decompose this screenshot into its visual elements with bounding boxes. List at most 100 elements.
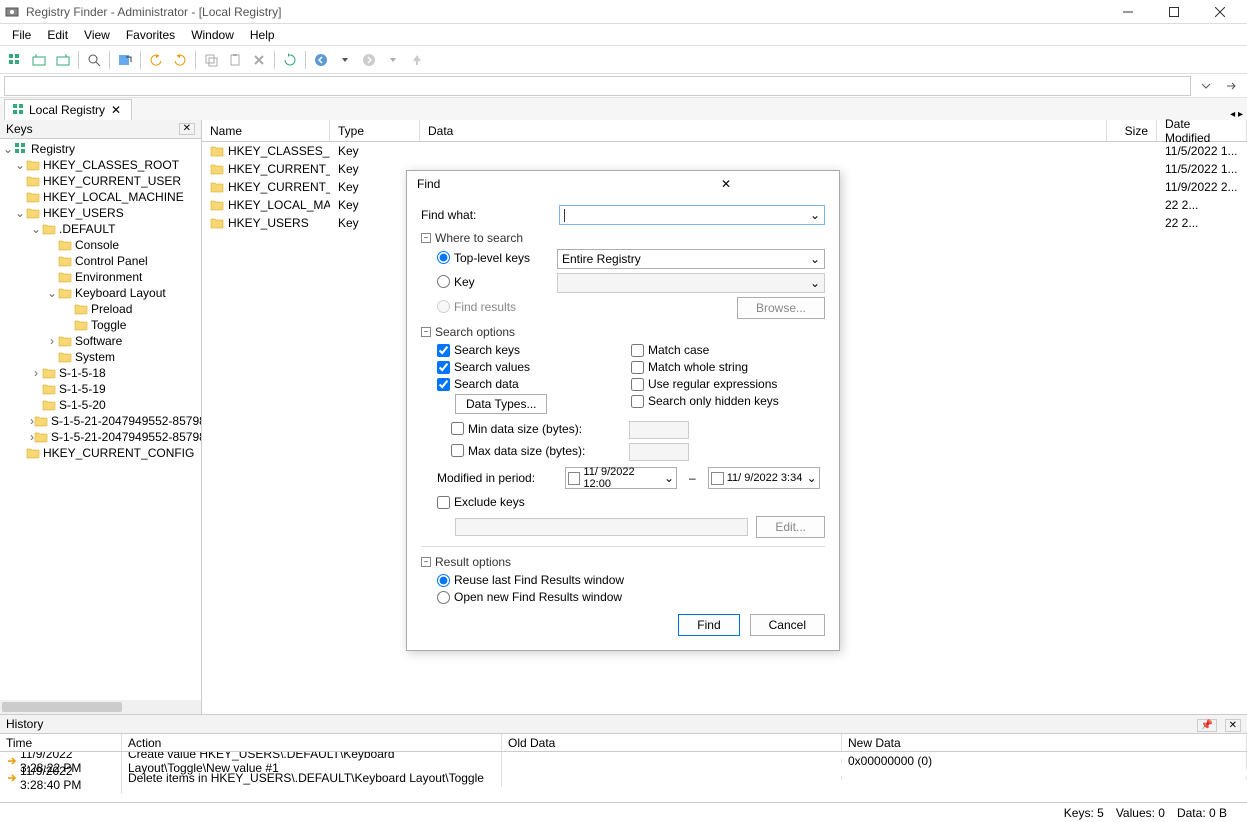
toolbar-delete-icon[interactable] xyxy=(248,49,270,71)
tree-row[interactable]: ⌄ .DEFAULT xyxy=(0,221,201,237)
tree-row[interactable]: › Software xyxy=(0,333,201,349)
browse-button[interactable]: Browse... xyxy=(737,297,825,319)
find-what-input[interactable]: ⌄ xyxy=(559,205,825,225)
menu-favorites[interactable]: Favorites xyxy=(118,26,183,44)
tree-scrollbar-thumb[interactable] xyxy=(2,702,122,712)
menu-view[interactable]: View xyxy=(76,26,118,44)
toolbar-copy-icon[interactable] xyxy=(200,49,222,71)
searchopts-toggle-icon[interactable]: − xyxy=(421,327,431,337)
toolbar-open-icon[interactable] xyxy=(28,49,50,71)
where-toggle-icon[interactable]: − xyxy=(421,233,431,243)
tree-row[interactable]: › S-1-5-18 xyxy=(0,365,201,381)
opennew-radio[interactable] xyxy=(437,591,450,604)
key-combo[interactable]: ⌄ xyxy=(557,273,825,293)
history-row[interactable]: 11/9/2022 3:28:22 PM Create value HKEY_U… xyxy=(0,752,1247,769)
toolbar-up-icon[interactable] xyxy=(406,49,428,71)
edit-button[interactable]: Edit... xyxy=(756,516,825,538)
toolbar-refresh-icon[interactable] xyxy=(279,49,301,71)
tree-root[interactable]: ⌄ Registry xyxy=(0,141,201,157)
menu-edit[interactable]: Edit xyxy=(39,26,76,44)
hcol-new[interactable]: New Data xyxy=(842,734,1247,751)
tree[interactable]: ⌄ Registry ⌄ HKEY_CLASSES_ROOT HKEY_CURR… xyxy=(0,139,201,700)
regex-cb[interactable] xyxy=(631,378,644,391)
find-button[interactable]: Find xyxy=(678,614,739,636)
toolbar-save-icon[interactable] xyxy=(52,49,74,71)
col-name[interactable]: Name xyxy=(202,120,330,141)
address-input[interactable] xyxy=(4,76,1191,96)
col-type[interactable]: Type xyxy=(330,120,420,141)
minimize-button[interactable] xyxy=(1105,1,1151,23)
maximize-button[interactable] xyxy=(1151,1,1197,23)
col-data[interactable]: Data xyxy=(420,120,1107,141)
tree-row[interactable]: Toggle xyxy=(0,317,201,333)
toolbar-redo-icon[interactable] xyxy=(169,49,191,71)
tree-toggle-icon[interactable]: ⌄ xyxy=(14,158,26,172)
history-close-icon[interactable]: ✕ xyxy=(1225,719,1241,732)
exclude-cb[interactable] xyxy=(437,496,450,509)
resultopts-toggle-icon[interactable]: − xyxy=(421,557,431,567)
tree-row[interactable]: › S-1-5-21-2047949552-857980807 xyxy=(0,413,201,429)
toolbar-export-icon[interactable] xyxy=(114,49,136,71)
hcol-time[interactable]: Time xyxy=(0,734,122,751)
menu-help[interactable]: Help xyxy=(242,26,283,44)
toolbar-forward-drop-icon[interactable] xyxy=(382,49,404,71)
col-size[interactable]: Size xyxy=(1107,120,1157,141)
tree-row[interactable]: ⌄ HKEY_USERS xyxy=(0,205,201,221)
tree-toggle-icon[interactable]: › xyxy=(46,334,58,348)
reuse-radio[interactable] xyxy=(437,574,450,587)
hidden-cb[interactable] xyxy=(631,395,644,408)
toolbar-paste-icon[interactable] xyxy=(224,49,246,71)
tab-close-icon[interactable]: ✕ xyxy=(109,103,123,117)
tree-toggle-icon[interactable]: › xyxy=(30,366,42,380)
list-row[interactable]: HKEY_CLASSES_ROOT Key 11/5/2022 1... xyxy=(202,142,1247,160)
address-drop-icon[interactable] xyxy=(1195,75,1217,97)
toolbar-hive-icon[interactable] xyxy=(4,49,26,71)
key-radio[interactable] xyxy=(437,275,450,288)
tree-row[interactable]: ⌄ Keyboard Layout xyxy=(0,285,201,301)
history-row[interactable]: 11/9/2022 3:28:40 PM Delete items in HKE… xyxy=(0,769,1247,786)
datatypes-button[interactable]: Data Types... xyxy=(455,394,547,414)
tree-toggle-icon[interactable]: ⌄ xyxy=(46,286,58,300)
tree-toggle-icon[interactable]: ⌄ xyxy=(2,142,14,156)
tree-row[interactable]: HKEY_LOCAL_MACHINE xyxy=(0,189,201,205)
hcol-action[interactable]: Action xyxy=(122,734,502,751)
tree-toggle-icon[interactable]: ⌄ xyxy=(14,206,26,220)
search-values-cb[interactable] xyxy=(437,361,450,374)
menu-window[interactable]: Window xyxy=(183,26,242,44)
dialog-close-icon[interactable]: ✕ xyxy=(623,177,829,191)
maxsize-cb[interactable] xyxy=(451,444,464,457)
tree-row[interactable]: ⌄ HKEY_CLASSES_ROOT xyxy=(0,157,201,173)
tree-toggle-icon[interactable]: ⌄ xyxy=(30,222,42,236)
tree-pane-close-icon[interactable]: ✕ xyxy=(179,123,195,135)
tree-row[interactable]: › S-1-5-21-2047949552-857980807 xyxy=(0,429,201,445)
date-to-input[interactable]: 11/ 9/2022 3:34⌄ xyxy=(708,467,820,489)
toolbar-forward-icon[interactable] xyxy=(358,49,380,71)
toplevel-radio[interactable] xyxy=(437,251,450,264)
tree-row[interactable]: HKEY_CURRENT_CONFIG xyxy=(0,445,201,461)
toolbar-find-icon[interactable] xyxy=(83,49,105,71)
date-from-input[interactable]: 11/ 9/2022 12:00⌄ xyxy=(565,467,677,489)
match-case-cb[interactable] xyxy=(631,344,644,357)
search-keys-cb[interactable] xyxy=(437,344,450,357)
toplevel-combo[interactable]: Entire Registry⌄ xyxy=(557,249,825,269)
tree-row[interactable]: System xyxy=(0,349,201,365)
tree-row[interactable]: HKEY_CURRENT_USER xyxy=(0,173,201,189)
tree-row[interactable]: S-1-5-19 xyxy=(0,381,201,397)
tree-row[interactable]: S-1-5-20 xyxy=(0,397,201,413)
tree-row[interactable]: Control Panel xyxy=(0,253,201,269)
match-whole-cb[interactable] xyxy=(631,361,644,374)
close-button[interactable] xyxy=(1197,1,1243,23)
history-pin-icon[interactable]: 📌 xyxy=(1197,719,1217,732)
hcol-old[interactable]: Old Data xyxy=(502,734,842,751)
col-date[interactable]: Date Modified xyxy=(1157,120,1247,141)
toolbar-undo-icon[interactable] xyxy=(145,49,167,71)
search-data-cb[interactable] xyxy=(437,378,450,391)
tree-row[interactable]: Environment xyxy=(0,269,201,285)
address-go-icon[interactable] xyxy=(1221,75,1243,97)
toolbar-back-icon[interactable] xyxy=(310,49,332,71)
menu-file[interactable]: File xyxy=(4,26,39,44)
cancel-button[interactable]: Cancel xyxy=(750,614,825,636)
toolbar-back-drop-icon[interactable] xyxy=(334,49,356,71)
minsize-cb[interactable] xyxy=(451,422,464,435)
tab-local-registry[interactable]: Local Registry ✕ xyxy=(4,99,132,120)
